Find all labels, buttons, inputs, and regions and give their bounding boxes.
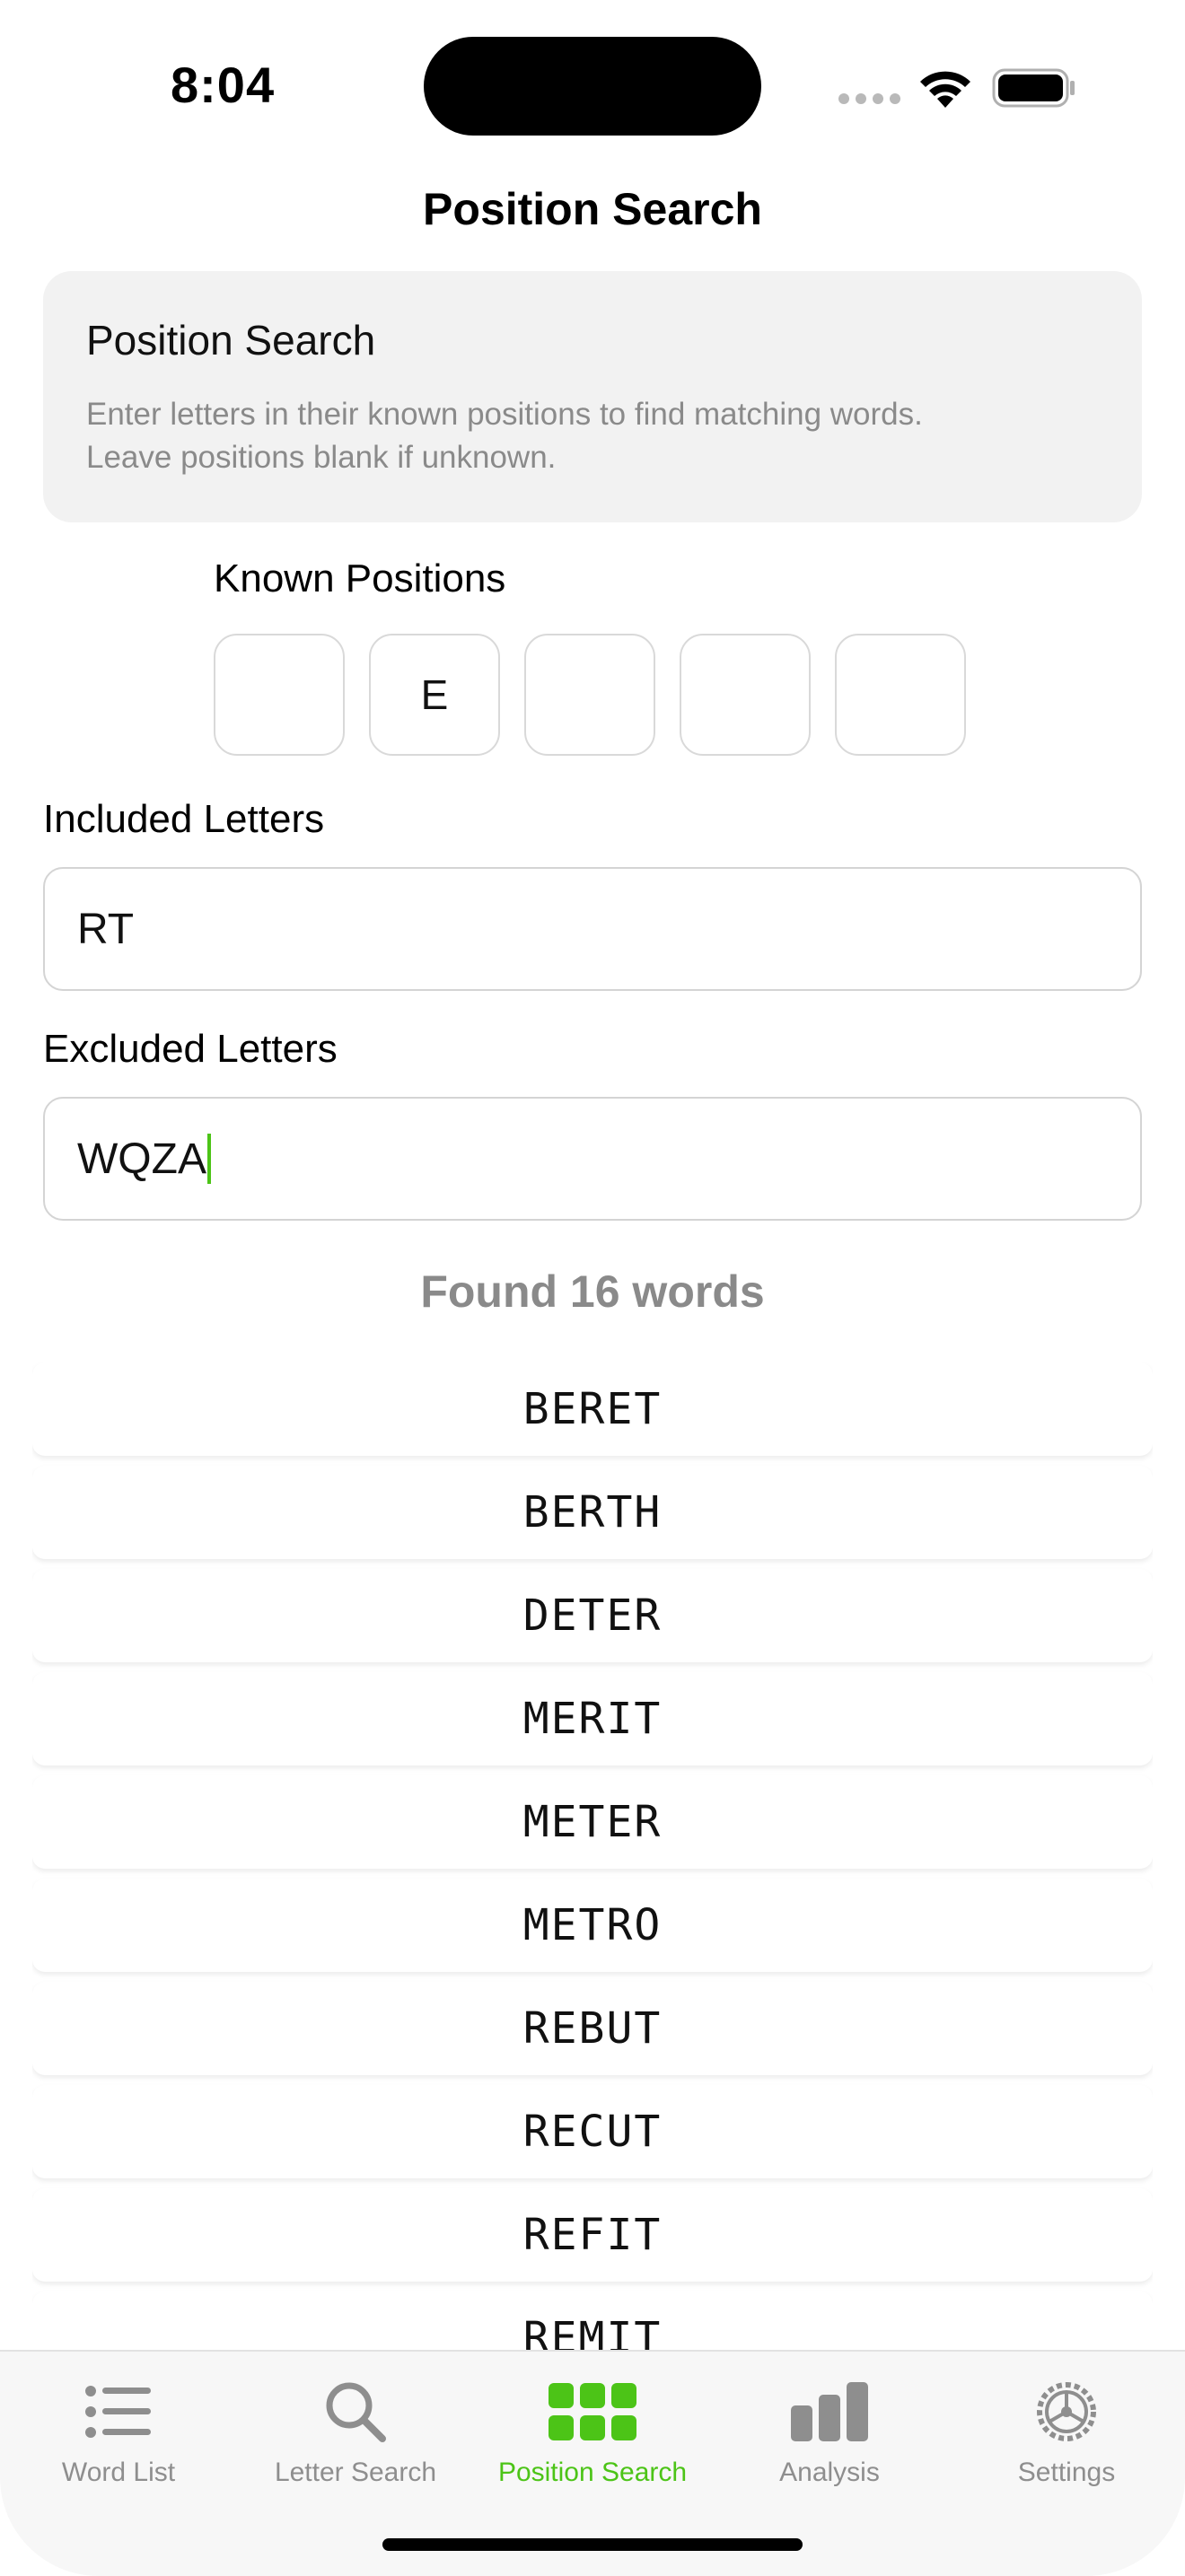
tab-analysis-label: Analysis — [779, 2458, 880, 2487]
excluded-letters-field[interactable]: WQZA — [43, 1097, 1142, 1221]
included-letters-label: Included Letters — [43, 797, 325, 841]
bar-chart-icon — [791, 2382, 868, 2441]
list-item[interactable]: REMIT — [32, 2291, 1153, 2350]
tab-settings[interactable]: Settings — [948, 2370, 1185, 2488]
info-card: Position Search Enter letters in their k… — [43, 271, 1142, 522]
list-icon — [85, 2386, 151, 2438]
list-item[interactable]: BERET — [32, 1362, 1153, 1456]
status-time: 8:04 — [171, 57, 276, 113]
wifi-icon — [920, 71, 970, 108]
tab-word-list-label: Word List — [61, 2458, 176, 2487]
tab-position-search-label: Position Search — [497, 2458, 688, 2487]
position-1-field[interactable] — [214, 634, 345, 756]
position-3-field[interactable] — [524, 634, 655, 756]
excluded-letters-label: Excluded Letters — [43, 1027, 338, 1071]
search-icon — [326, 2382, 386, 2442]
position-4-field[interactable] — [680, 634, 811, 756]
position-2-field[interactable]: E — [369, 634, 500, 756]
list-item[interactable]: REFIT — [32, 2188, 1153, 2282]
list-item[interactable]: MERIT — [32, 1672, 1153, 1766]
list-item[interactable]: RECUT — [32, 2085, 1153, 2178]
known-positions-row: E — [214, 634, 966, 756]
results-list[interactable]: BERET BERTH DETER MERIT METER METRO REBU… — [32, 1362, 1153, 2350]
position-5-field[interactable] — [835, 634, 966, 756]
grid-icon — [549, 2383, 636, 2440]
list-item[interactable]: BERTH — [32, 1466, 1153, 1559]
list-item[interactable]: METER — [32, 1775, 1153, 1869]
dynamic-island — [424, 37, 761, 136]
tab-word-list[interactable]: Word List — [0, 2370, 237, 2488]
page-title: Position Search — [423, 184, 762, 234]
cellular-signal-icon — [838, 93, 900, 104]
list-item[interactable]: METRO — [32, 1879, 1153, 1972]
excluded-letters-value: WQZA — [77, 1135, 206, 1183]
known-positions-label: Known Positions — [214, 556, 506, 600]
text-cursor — [206, 1134, 211, 1184]
tab-letter-search-label: Letter Search — [274, 2458, 437, 2487]
info-card-description: Enter letters in their known positions t… — [86, 397, 923, 475]
results-count: Found 16 words — [420, 1266, 765, 1317]
home-indicator — [382, 2538, 803, 2551]
tab-settings-label: Settings — [1017, 2458, 1116, 2487]
list-item[interactable]: REBUT — [32, 1982, 1153, 2075]
gear-icon — [1037, 2382, 1096, 2441]
included-letters-value: RT — [77, 905, 135, 953]
battery-icon — [992, 68, 1075, 108]
tab-letter-search[interactable]: Letter Search — [237, 2370, 474, 2488]
info-card-title: Position Search — [86, 317, 376, 364]
tab-analysis[interactable]: Analysis — [711, 2370, 948, 2488]
tab-position-search[interactable]: Position Search — [474, 2370, 711, 2488]
list-item[interactable]: DETER — [32, 1569, 1153, 1662]
included-letters-field[interactable]: RT — [43, 867, 1142, 991]
